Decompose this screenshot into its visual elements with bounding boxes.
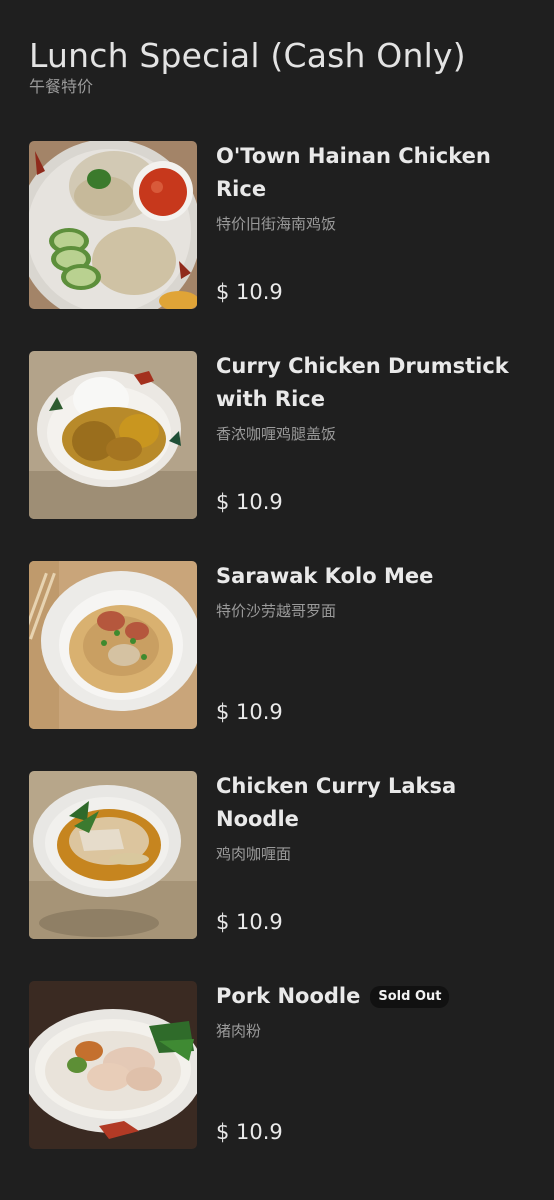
dish-name-chinese: 鸡肉咖喱面 (216, 845, 292, 863)
dish-photo (29, 351, 197, 519)
dish-price: $ 10.9 (216, 1120, 283, 1144)
dish-name-chinese: 特价旧街海南鸡饭 (216, 215, 337, 233)
dish-name: Chicken Curry Laksa Noodle (216, 774, 457, 831)
section-subtitle: 午餐特价 (29, 77, 94, 96)
dish-name-chinese: 特价沙劳越哥罗面 (216, 602, 337, 620)
dish-name: Sarawak Kolo Mee (216, 564, 434, 588)
menu-item-chicken-curry-laksa[interactable]: Chicken Curry Laksa Noodle 鸡肉咖喱面 $ 10.9 (29, 771, 529, 941)
dish-photo (29, 141, 197, 309)
dish-price: $ 10.9 (216, 700, 283, 724)
menu-section-header: Lunch Special (Cash Only) 午餐特价 (29, 34, 466, 98)
dish-name: O'Town Hainan Chicken Rice (216, 144, 491, 201)
dish-photo (29, 771, 197, 939)
dish-photo (29, 561, 197, 729)
menu-item-sarawak-kolo-mee[interactable]: Sarawak Kolo Mee 特价沙劳越哥罗面 $ 10.9 (29, 561, 529, 731)
dish-name-chinese: 猪肉粉 (216, 1022, 262, 1040)
menu-item-curry-chicken-drumstick[interactable]: Curry Chicken Drumstick with Rice 香浓咖喱鸡腿… (29, 351, 529, 521)
dish-name-text: Pork Noodle (216, 984, 361, 1008)
menu-item-pork-noodle[interactable]: Pork Noodle Sold Out 猪肉粉 $ 10.9 (29, 981, 529, 1151)
dish-name: Curry Chicken Drumstick with Rice (216, 354, 509, 411)
sold-out-badge: Sold Out (370, 986, 450, 1008)
dish-price: $ 10.9 (216, 490, 283, 514)
dish-price: $ 10.9 (216, 910, 283, 934)
dish-name-chinese: 香浓咖喱鸡腿盖饭 (216, 425, 337, 443)
dish-name: Pork Noodle Sold Out (216, 980, 532, 1013)
dish-price: $ 10.9 (216, 280, 283, 304)
dish-photo (29, 981, 197, 1149)
section-title: Lunch Special (Cash Only) (29, 36, 466, 75)
menu-item-hainan-chicken-rice[interactable]: O'Town Hainan Chicken Rice 特价旧街海南鸡饭 $ 10… (29, 141, 529, 311)
